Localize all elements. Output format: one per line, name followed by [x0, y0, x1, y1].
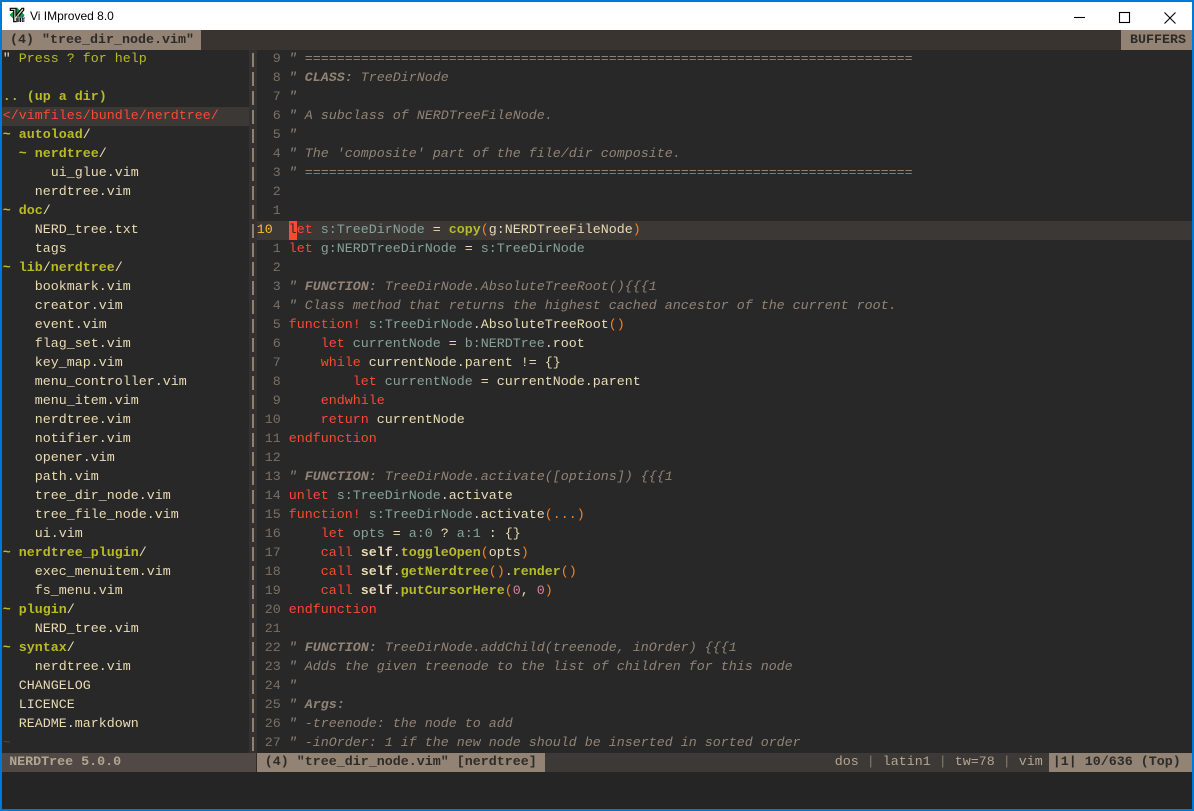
- svg-text:im: im: [17, 14, 25, 23]
